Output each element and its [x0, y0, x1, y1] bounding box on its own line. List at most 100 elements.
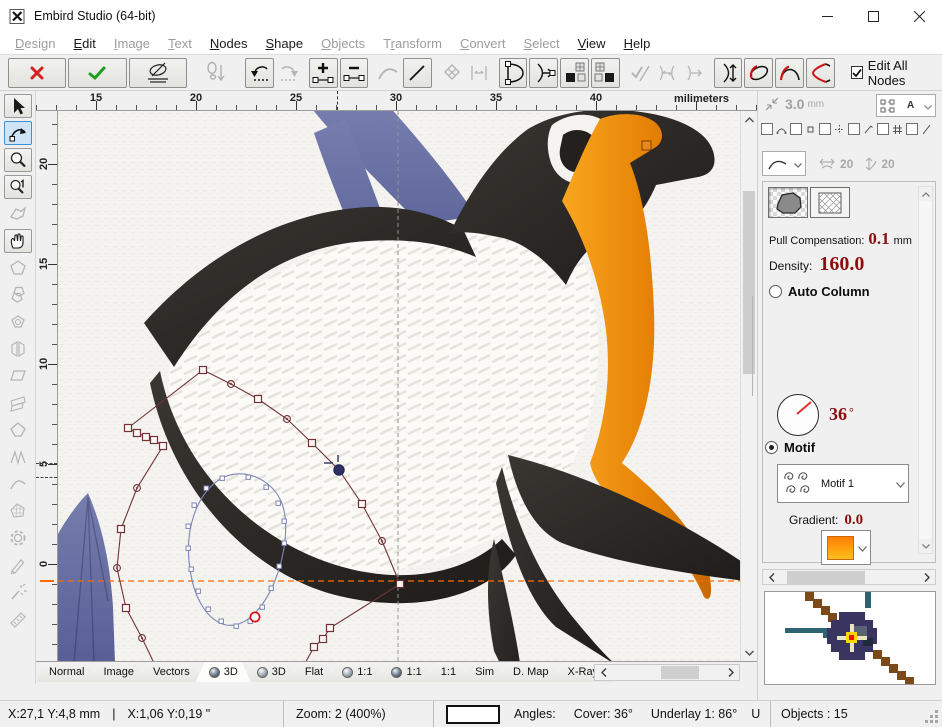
copy-shapes-tool[interactable]	[4, 283, 32, 307]
menu-image[interactable]: Image	[105, 34, 159, 53]
outline-tool[interactable]	[4, 418, 32, 442]
stretch-horizontal-button[interactable]	[654, 58, 679, 88]
skew-shape-tool[interactable]	[4, 364, 32, 388]
hscroll-thumb[interactable]	[661, 666, 699, 679]
tab-3d-1[interactable]: 3D	[196, 662, 251, 682]
scroll-right-button[interactable]	[918, 570, 935, 584]
banner-tool[interactable]	[4, 391, 32, 415]
insert-node-button[interactable]	[309, 58, 338, 88]
arc-segment-button[interactable]	[376, 58, 401, 88]
magic-wand-tool[interactable]	[4, 580, 32, 604]
minimize-button[interactable]	[804, 0, 850, 32]
tab-image[interactable]: Image	[90, 662, 147, 682]
maximize-button[interactable]	[850, 0, 896, 32]
resize-grip[interactable]	[935, 720, 938, 723]
close-button[interactable]	[896, 0, 942, 32]
canvas-hscrollbar[interactable]	[594, 664, 740, 681]
move-horizontal-button[interactable]	[681, 58, 706, 88]
scroll-down-button[interactable]	[919, 539, 932, 553]
tab-vectors[interactable]: Vectors	[140, 662, 203, 682]
menu-shape[interactable]: Shape	[256, 34, 312, 53]
menu-help[interactable]: Help	[615, 34, 660, 53]
select-tool[interactable]	[4, 94, 32, 118]
cancel-button[interactable]	[8, 58, 66, 88]
measure-tool[interactable]	[4, 607, 32, 631]
tab-sim[interactable]: Sim	[462, 662, 507, 682]
line-segment-button[interactable]	[403, 58, 432, 88]
simulate-steps-button[interactable]	[204, 58, 229, 88]
shape-tool[interactable]	[4, 256, 32, 280]
menu-transform[interactable]: Transform	[374, 34, 451, 53]
start-point-marker[interactable]	[250, 612, 259, 621]
mesh-tool[interactable]	[4, 499, 32, 523]
apply-button[interactable]	[68, 58, 126, 88]
option-checkbox-6[interactable]	[906, 123, 918, 135]
rotate-shape-tool[interactable]	[4, 310, 32, 334]
scroll-up-button[interactable]	[741, 111, 757, 128]
scroll-up-button[interactable]	[919, 187, 932, 201]
menu-convert[interactable]: Convert	[451, 34, 515, 53]
option-checkbox-4[interactable]	[848, 123, 860, 135]
menu-nodes[interactable]: Nodes	[201, 34, 257, 53]
scroll-down-button[interactable]	[741, 644, 757, 661]
edit-nodes-tool[interactable]	[4, 121, 32, 145]
design-canvas[interactable]	[58, 111, 740, 661]
split-arc-button[interactable]	[775, 58, 804, 88]
menu-design[interactable]: Design	[6, 34, 64, 53]
node-spacing-button[interactable]	[466, 58, 491, 88]
option-checkbox-5[interactable]	[877, 123, 889, 135]
tab-3d-2[interactable]: 3D	[244, 662, 299, 682]
menu-view[interactable]: View	[569, 34, 615, 53]
node-type-combobox[interactable]: A	[876, 94, 936, 117]
edit-all-nodes-checkbox[interactable]: Edit All Nodes	[851, 58, 942, 88]
tab-1-1-b[interactable]: 1:1	[378, 662, 434, 682]
zoom-1-1-tool[interactable]	[4, 175, 32, 199]
stretch-vertical-button[interactable]	[714, 58, 743, 88]
pattern-mode-button[interactable]	[810, 187, 850, 218]
pan-tool[interactable]	[4, 229, 32, 253]
motif-radio[interactable]: Motif	[765, 440, 815, 455]
tab-flat[interactable]: Flat	[292, 662, 336, 682]
direction-node-button[interactable]	[529, 58, 558, 88]
open-angle-button[interactable]	[806, 58, 835, 88]
scroll-left-button[interactable]	[595, 665, 612, 680]
panel-hscrollbar[interactable]	[762, 569, 936, 585]
mirror-shape-tool[interactable]	[4, 337, 32, 361]
motif-combobox[interactable]: Motif 1	[777, 464, 909, 503]
redo-button[interactable]	[276, 58, 301, 88]
design-overview-thumbnail[interactable]	[764, 591, 936, 685]
scroll-right-button[interactable]	[722, 665, 739, 680]
hscroll-thumb[interactable]	[787, 571, 865, 584]
corner-node-after-button[interactable]	[591, 58, 620, 88]
arc-tool[interactable]	[4, 472, 32, 496]
angle-dial[interactable]	[777, 394, 819, 436]
option-checkbox-1[interactable]	[761, 123, 773, 135]
swap-outline-button[interactable]	[744, 58, 773, 88]
option-checkbox-3[interactable]	[819, 123, 831, 135]
settings-tool[interactable]	[4, 526, 32, 550]
transform-handles-button[interactable]	[439, 58, 464, 88]
tab-1-1-a[interactable]: 1:1	[329, 662, 385, 682]
menu-select[interactable]: Select	[514, 34, 568, 53]
tab-normal[interactable]: Normal	[36, 662, 97, 682]
panel-vscrollbar[interactable]	[918, 186, 933, 554]
gradient-color-combobox[interactable]	[821, 530, 871, 565]
pen-tool[interactable]	[4, 553, 32, 577]
embroidery-canvas[interactable]	[58, 111, 740, 661]
menu-text[interactable]: Text	[159, 34, 201, 53]
tab-1-1-c[interactable]: 1:1	[428, 662, 469, 682]
menu-objects[interactable]: Objects	[312, 34, 374, 53]
close-shape-button[interactable]	[499, 58, 528, 88]
generate-stitches-button[interactable]	[129, 58, 187, 88]
fill-mode-button[interactable]	[768, 187, 808, 218]
undo-button[interactable]	[245, 58, 274, 88]
scroll-left-button[interactable]	[763, 570, 780, 584]
zoom-tool[interactable]	[4, 148, 32, 172]
validate-nodes-button[interactable]	[627, 58, 652, 88]
curve-style-combobox[interactable]	[762, 151, 806, 176]
corner-node-before-button[interactable]	[560, 58, 589, 88]
delete-node-button[interactable]	[340, 58, 369, 88]
tab-d-map[interactable]: D. Map	[500, 662, 561, 682]
menu-edit[interactable]: Edit	[64, 34, 104, 53]
zigzag-tool[interactable]	[4, 445, 32, 469]
